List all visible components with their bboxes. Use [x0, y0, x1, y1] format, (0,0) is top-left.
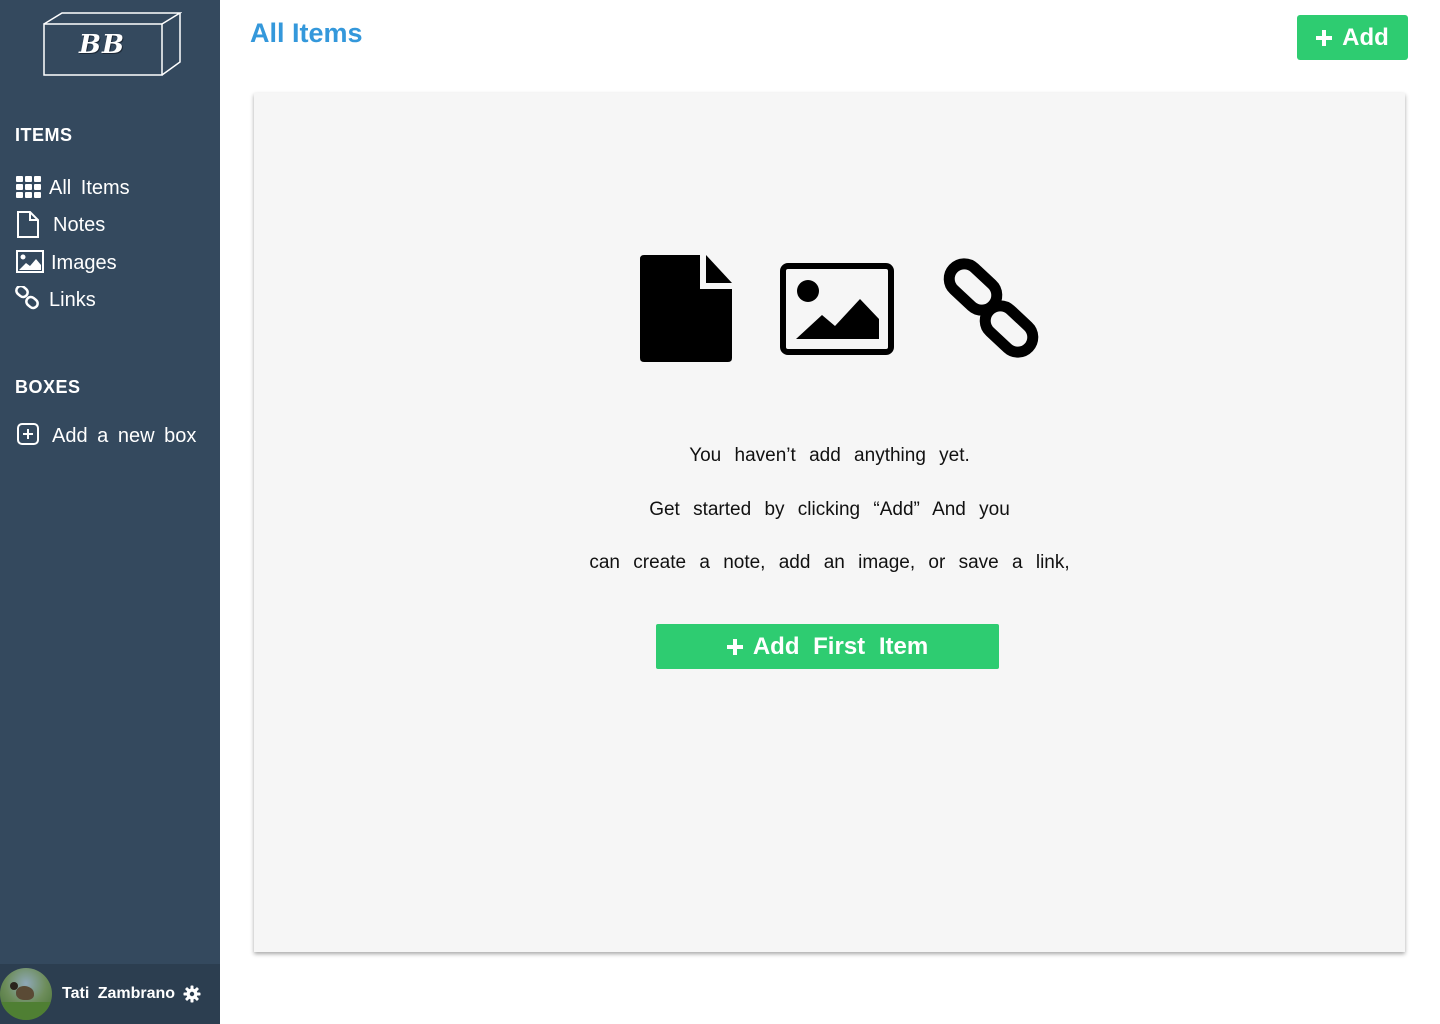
sidebar-item-notes[interactable]: Notes — [15, 211, 105, 239]
logo[interactable]: BB — [42, 10, 182, 78]
avatar[interactable] — [0, 968, 52, 1020]
app: BB ITEMS All Items Notes Images Links BO… — [0, 0, 1440, 1024]
sidebar-item-label: Images — [51, 251, 117, 274]
file-icon — [640, 255, 732, 362]
sidebar-item-label: Notes — [53, 213, 106, 236]
empty-state-panel: You haven’t add anything yet. Get starte… — [254, 93, 1405, 952]
add-first-item-label: Add First Item — [752, 632, 929, 660]
add-first-item-button[interactable]: Add First Item — [656, 624, 999, 669]
logo-text: BB — [79, 30, 125, 60]
boxes-heading: BOXES — [15, 377, 81, 397]
image-icon — [780, 263, 894, 355]
plus-square-icon — [15, 422, 45, 450]
sidebar-item-label: Links — [49, 288, 96, 311]
plus-icon — [726, 638, 743, 655]
link-icon — [15, 286, 45, 314]
link-icon — [943, 258, 1039, 358]
grid-icon — [15, 174, 45, 202]
add-new-box-button[interactable]: Add a new box — [15, 422, 196, 450]
gear-icon[interactable] — [183, 985, 201, 1003]
empty-state-line-2: Get started by clicking “Add” And you — [649, 499, 1010, 520]
user-name: Tati Zambrano — [62, 985, 176, 1002]
page-title: All Items — [250, 18, 363, 48]
plus-icon — [1316, 29, 1333, 46]
sidebar-item-label: All Items — [49, 176, 130, 199]
empty-state-icons — [254, 93, 1405, 952]
sidebar-item-all-items[interactable]: All Items — [15, 174, 130, 202]
add-new-box-label: Add a new box — [52, 424, 197, 447]
add-button[interactable]: Add — [1297, 15, 1408, 60]
items-heading: ITEMS — [15, 125, 73, 145]
sidebar-item-links[interactable]: Links — [15, 286, 96, 314]
image-icon — [15, 249, 45, 277]
user-profile[interactable]: Tati Zambrano — [0, 964, 220, 1024]
add-button-label: Add — [1342, 23, 1389, 51]
empty-state-line-3: can create a note, add an image, or save… — [589, 552, 1070, 573]
empty-state-line-1: You haven’t add anything yet. — [689, 445, 970, 466]
sidebar-item-images[interactable]: Images — [15, 249, 117, 277]
file-icon — [15, 211, 45, 239]
sidebar: BB ITEMS All Items Notes Images Links BO… — [0, 0, 220, 1024]
